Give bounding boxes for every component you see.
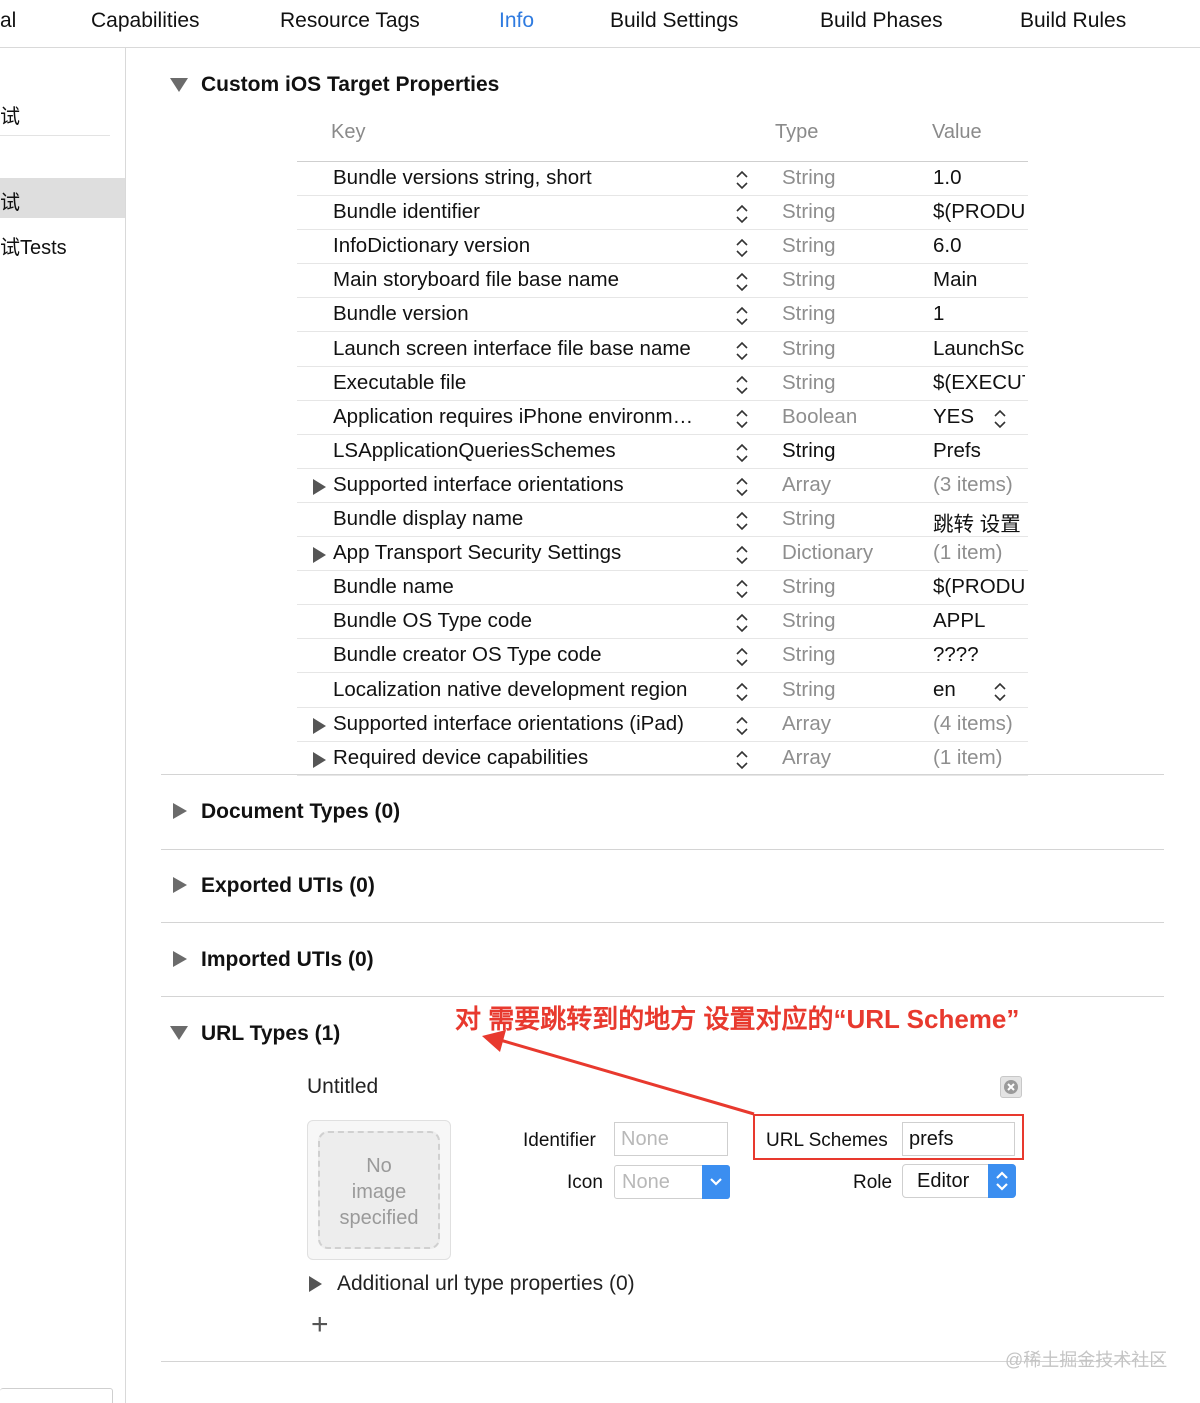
annotation-arrow-icon: [482, 1030, 755, 1116]
watermark: @稀土掘金技术社区: [1005, 1350, 1168, 1370]
